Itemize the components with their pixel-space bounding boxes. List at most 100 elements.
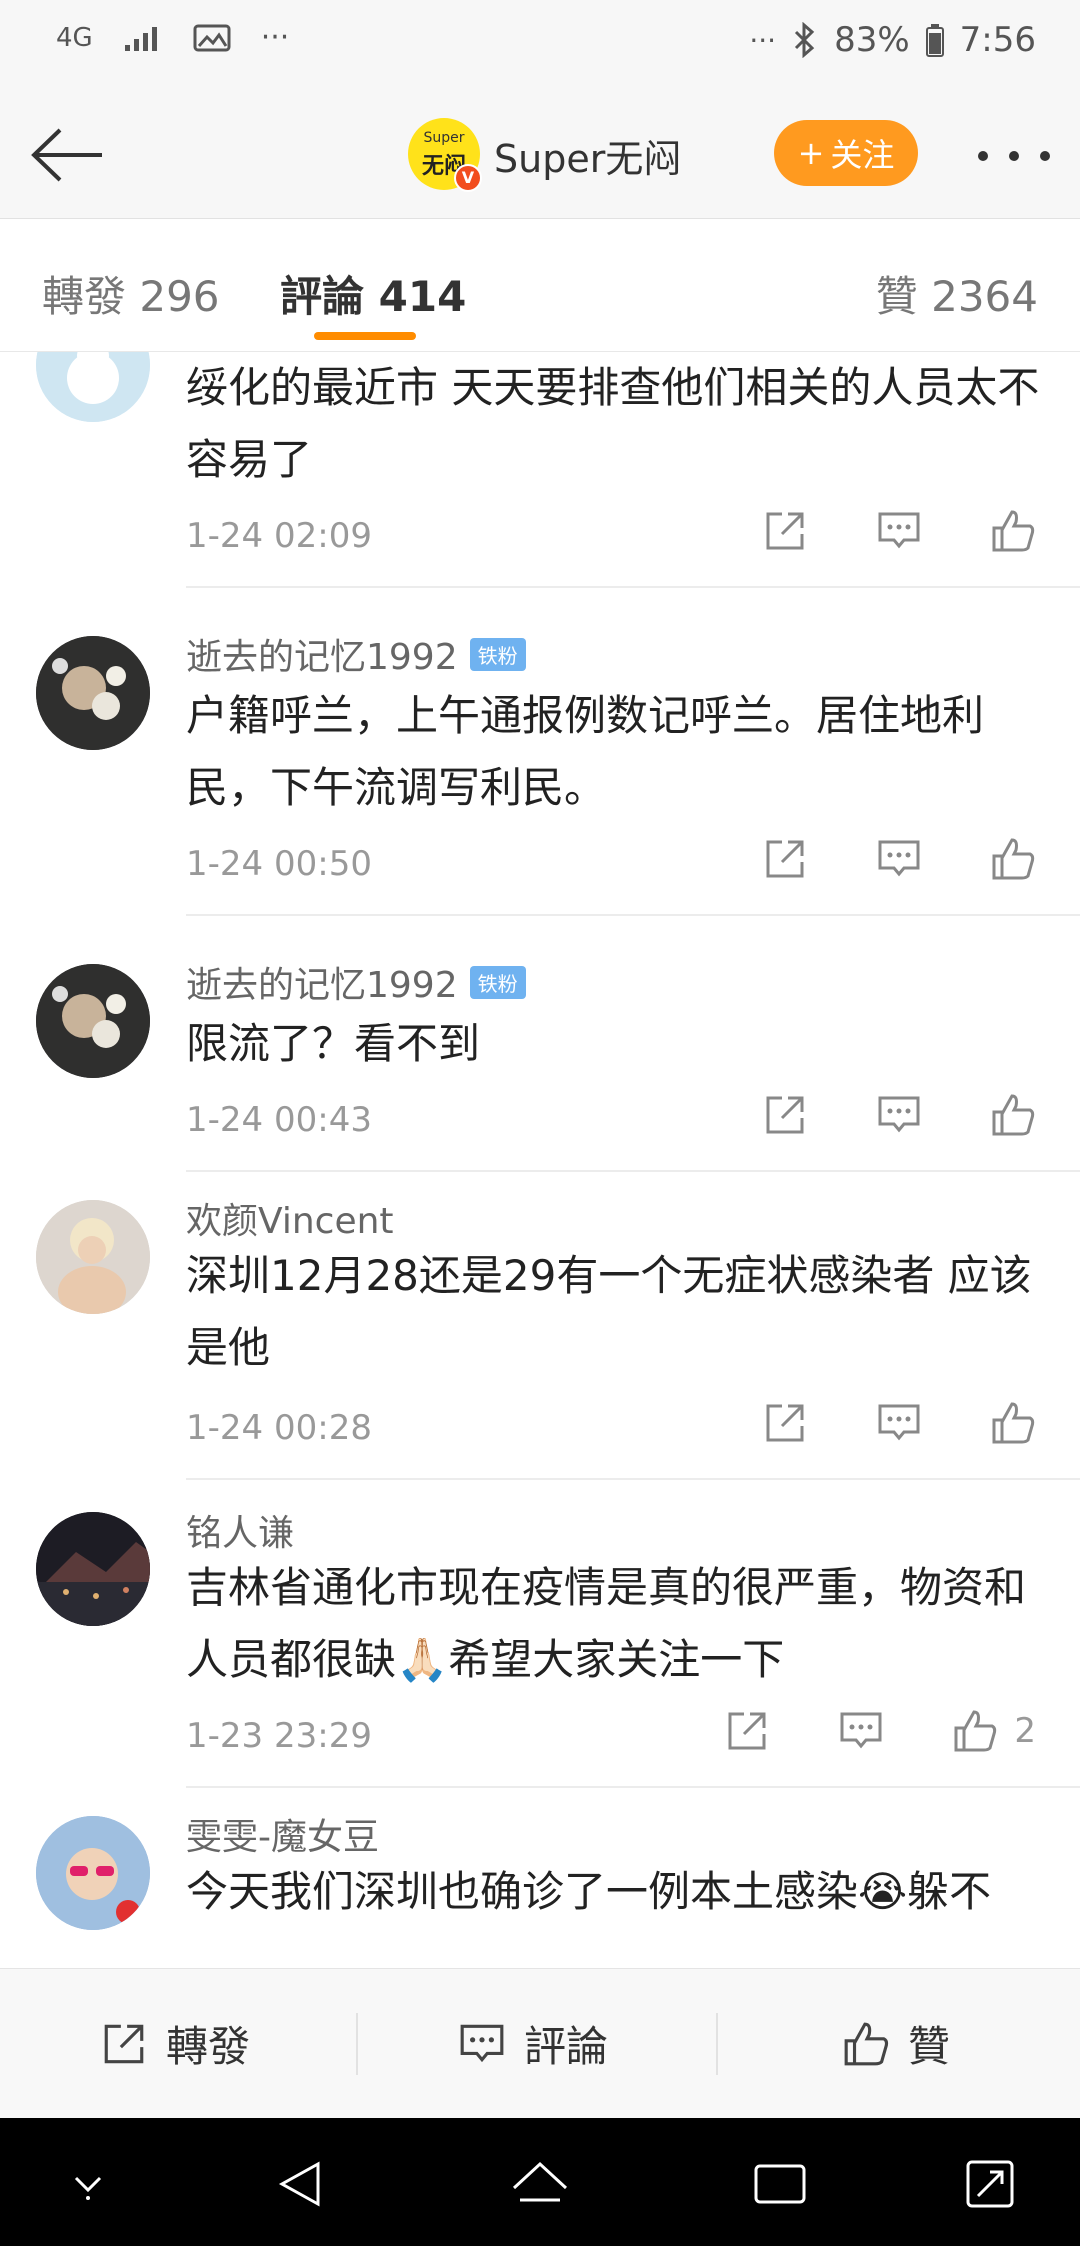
share-icon bbox=[104, 2024, 144, 2063]
divider bbox=[716, 2013, 718, 2075]
divider bbox=[186, 1786, 1080, 1788]
comment-actions bbox=[762, 1092, 1036, 1138]
like-icon[interactable] bbox=[990, 836, 1036, 882]
like-icon[interactable] bbox=[952, 1708, 998, 1754]
comment-icon bbox=[460, 2024, 504, 2062]
comment-icon[interactable] bbox=[838, 1708, 884, 1754]
username[interactable]: 逝去的记忆1992 bbox=[186, 956, 458, 1008]
share-icon[interactable] bbox=[724, 1708, 770, 1754]
clock: 7:56 bbox=[959, 20, 1036, 60]
comment-text: 户籍呼兰，上午通报例数记呼兰。居住地利民，下午流调写利民。 bbox=[186, 691, 985, 812]
comment-icon[interactable] bbox=[876, 508, 922, 554]
comment-icon[interactable] bbox=[876, 1092, 922, 1138]
verified-badge: V bbox=[454, 164, 482, 192]
logo-text-top: Super bbox=[423, 130, 465, 146]
status-left: 4G ··· bbox=[56, 20, 289, 55]
username[interactable]: 铭人谦 bbox=[186, 1504, 294, 1556]
fan-badge: 铁粉 bbox=[469, 637, 526, 671]
comment-button[interactable]: 評論 bbox=[458, 2013, 608, 2074]
divider bbox=[186, 1170, 1080, 1172]
tab-likes[interactable]: 贊 2364 bbox=[876, 263, 1038, 324]
battery-percent: 83% bbox=[834, 20, 910, 60]
repost-label: 轉發 bbox=[166, 2022, 251, 2071]
more-notifications: ··· bbox=[260, 20, 290, 55]
tab-comments[interactable]: 評論 414 bbox=[280, 263, 466, 324]
like-icon[interactable] bbox=[990, 508, 1036, 554]
username[interactable]: 欢颜Vincent bbox=[186, 1192, 394, 1244]
comment-text: 绥化的最近市 天天要排查他们相关的人员太不容易了 bbox=[186, 363, 1040, 484]
like-button[interactable]: 贊 bbox=[842, 2013, 950, 2074]
network-indicator: 4G bbox=[56, 22, 93, 53]
comment-user[interactable]: 逝去的记忆1992 铁粉 bbox=[186, 956, 526, 1008]
divider bbox=[186, 914, 1080, 916]
more-options-icon[interactable] bbox=[978, 126, 1050, 186]
back-arrow-icon[interactable] bbox=[28, 122, 108, 188]
comment-time: 1-23 23:29 bbox=[186, 1716, 372, 1756]
bottom-action-bar: 轉發 評論 贊 bbox=[0, 1968, 1080, 2119]
rotate-screen-icon[interactable] bbox=[960, 2154, 1020, 2214]
repost-button[interactable]: 轉發 bbox=[100, 2013, 250, 2074]
hide-keyboard-icon[interactable] bbox=[58, 2154, 118, 2214]
comment-label: 評論 bbox=[524, 2022, 609, 2071]
divider bbox=[356, 2013, 358, 2075]
like-icon[interactable] bbox=[990, 1092, 1036, 1138]
avatar[interactable] bbox=[36, 1512, 150, 1626]
follow-button[interactable]: + 关注 bbox=[774, 120, 918, 186]
username[interactable]: 逝去的记忆1992 bbox=[186, 628, 458, 680]
comment-text: 吉林省通化市现在疫情是真的很严重，物资和人员都很缺🙏🏻希望大家关注一下 bbox=[186, 1563, 1027, 1684]
comment-user[interactable]: 雯雯-魔女豆 bbox=[186, 1808, 379, 1860]
username[interactable]: 雯雯-魔女豆 bbox=[186, 1808, 379, 1860]
comment-time: 1-24 02:09 bbox=[186, 516, 372, 556]
share-icon[interactable] bbox=[762, 836, 808, 882]
share-icon[interactable] bbox=[762, 1092, 808, 1138]
share-icon[interactable] bbox=[762, 508, 808, 554]
comment-actions bbox=[762, 836, 1036, 882]
active-tab-indicator bbox=[314, 332, 416, 340]
like-icon[interactable] bbox=[990, 1400, 1036, 1446]
fan-badge: 铁粉 bbox=[469, 965, 526, 999]
image-icon bbox=[193, 23, 231, 53]
avatar[interactable] bbox=[36, 1816, 150, 1930]
divider bbox=[186, 586, 1080, 588]
top-nav: Super 无闷 V Super无闷 + 关注 bbox=[0, 92, 1080, 219]
detail-tabs: 轉發 296 評論 414 贊 2364 bbox=[0, 219, 1080, 352]
battery-icon bbox=[925, 23, 944, 57]
comment-text: 今天我们深圳也确诊了一例本土感染😭躲不 bbox=[186, 1867, 992, 1916]
system-navigation-bar bbox=[0, 2118, 1080, 2246]
comment-time: 1-24 00:50 bbox=[186, 844, 372, 884]
comment-actions: 2 bbox=[724, 1708, 1036, 1754]
like-count: 2 bbox=[1014, 1711, 1036, 1751]
status-right: ··· 83% 7:56 bbox=[749, 20, 1036, 60]
status-bar: 4G ··· ··· 83% 7:56 bbox=[0, 0, 1080, 92]
nav-back-icon[interactable] bbox=[272, 2154, 332, 2214]
more-status: ··· bbox=[749, 23, 777, 57]
follow-label: 关注 bbox=[830, 136, 895, 174]
tab-repost[interactable]: 轉發 296 bbox=[42, 263, 220, 324]
comment-user[interactable]: 逝去的记忆1992 铁粉 bbox=[186, 628, 526, 680]
like-icon bbox=[844, 2022, 889, 2065]
comment-time: 1-24 00:28 bbox=[186, 1408, 372, 1448]
share-icon[interactable] bbox=[762, 1400, 808, 1446]
comment-text: 限流了？看不到 bbox=[186, 1019, 481, 1068]
comment-time: 1-24 00:43 bbox=[186, 1100, 372, 1140]
comment-user[interactable]: 欢颜Vincent bbox=[186, 1192, 394, 1244]
avatar[interactable] bbox=[36, 352, 150, 422]
avatar[interactable] bbox=[36, 636, 150, 750]
nav-recents-icon[interactable] bbox=[750, 2154, 810, 2214]
comment-actions bbox=[762, 1400, 1036, 1446]
bluetooth-icon bbox=[792, 22, 818, 58]
avatar[interactable] bbox=[36, 964, 150, 1078]
comment-list[interactable]: 绥化的最近市 天天要排查他们相关的人员太不容易了 1-24 02:09 逝去的记… bbox=[0, 352, 1080, 1968]
avatar[interactable] bbox=[36, 1200, 150, 1314]
comment-icon[interactable] bbox=[876, 1400, 922, 1446]
plus-icon: + bbox=[797, 134, 825, 172]
account-avatar[interactable]: Super 无闷 V bbox=[408, 118, 482, 192]
comment-icon[interactable] bbox=[876, 836, 922, 882]
comment-text: 深圳12月28还是29有一个无症状感染者 应该是他 bbox=[186, 1251, 1032, 1372]
comment-actions bbox=[762, 508, 1036, 554]
divider bbox=[186, 1478, 1080, 1480]
comment-user[interactable]: 铭人谦 bbox=[186, 1504, 294, 1556]
like-label: 贊 bbox=[908, 2022, 951, 2071]
nav-home-icon[interactable] bbox=[510, 2154, 570, 2214]
account-name[interactable]: Super无闷 bbox=[494, 128, 681, 183]
